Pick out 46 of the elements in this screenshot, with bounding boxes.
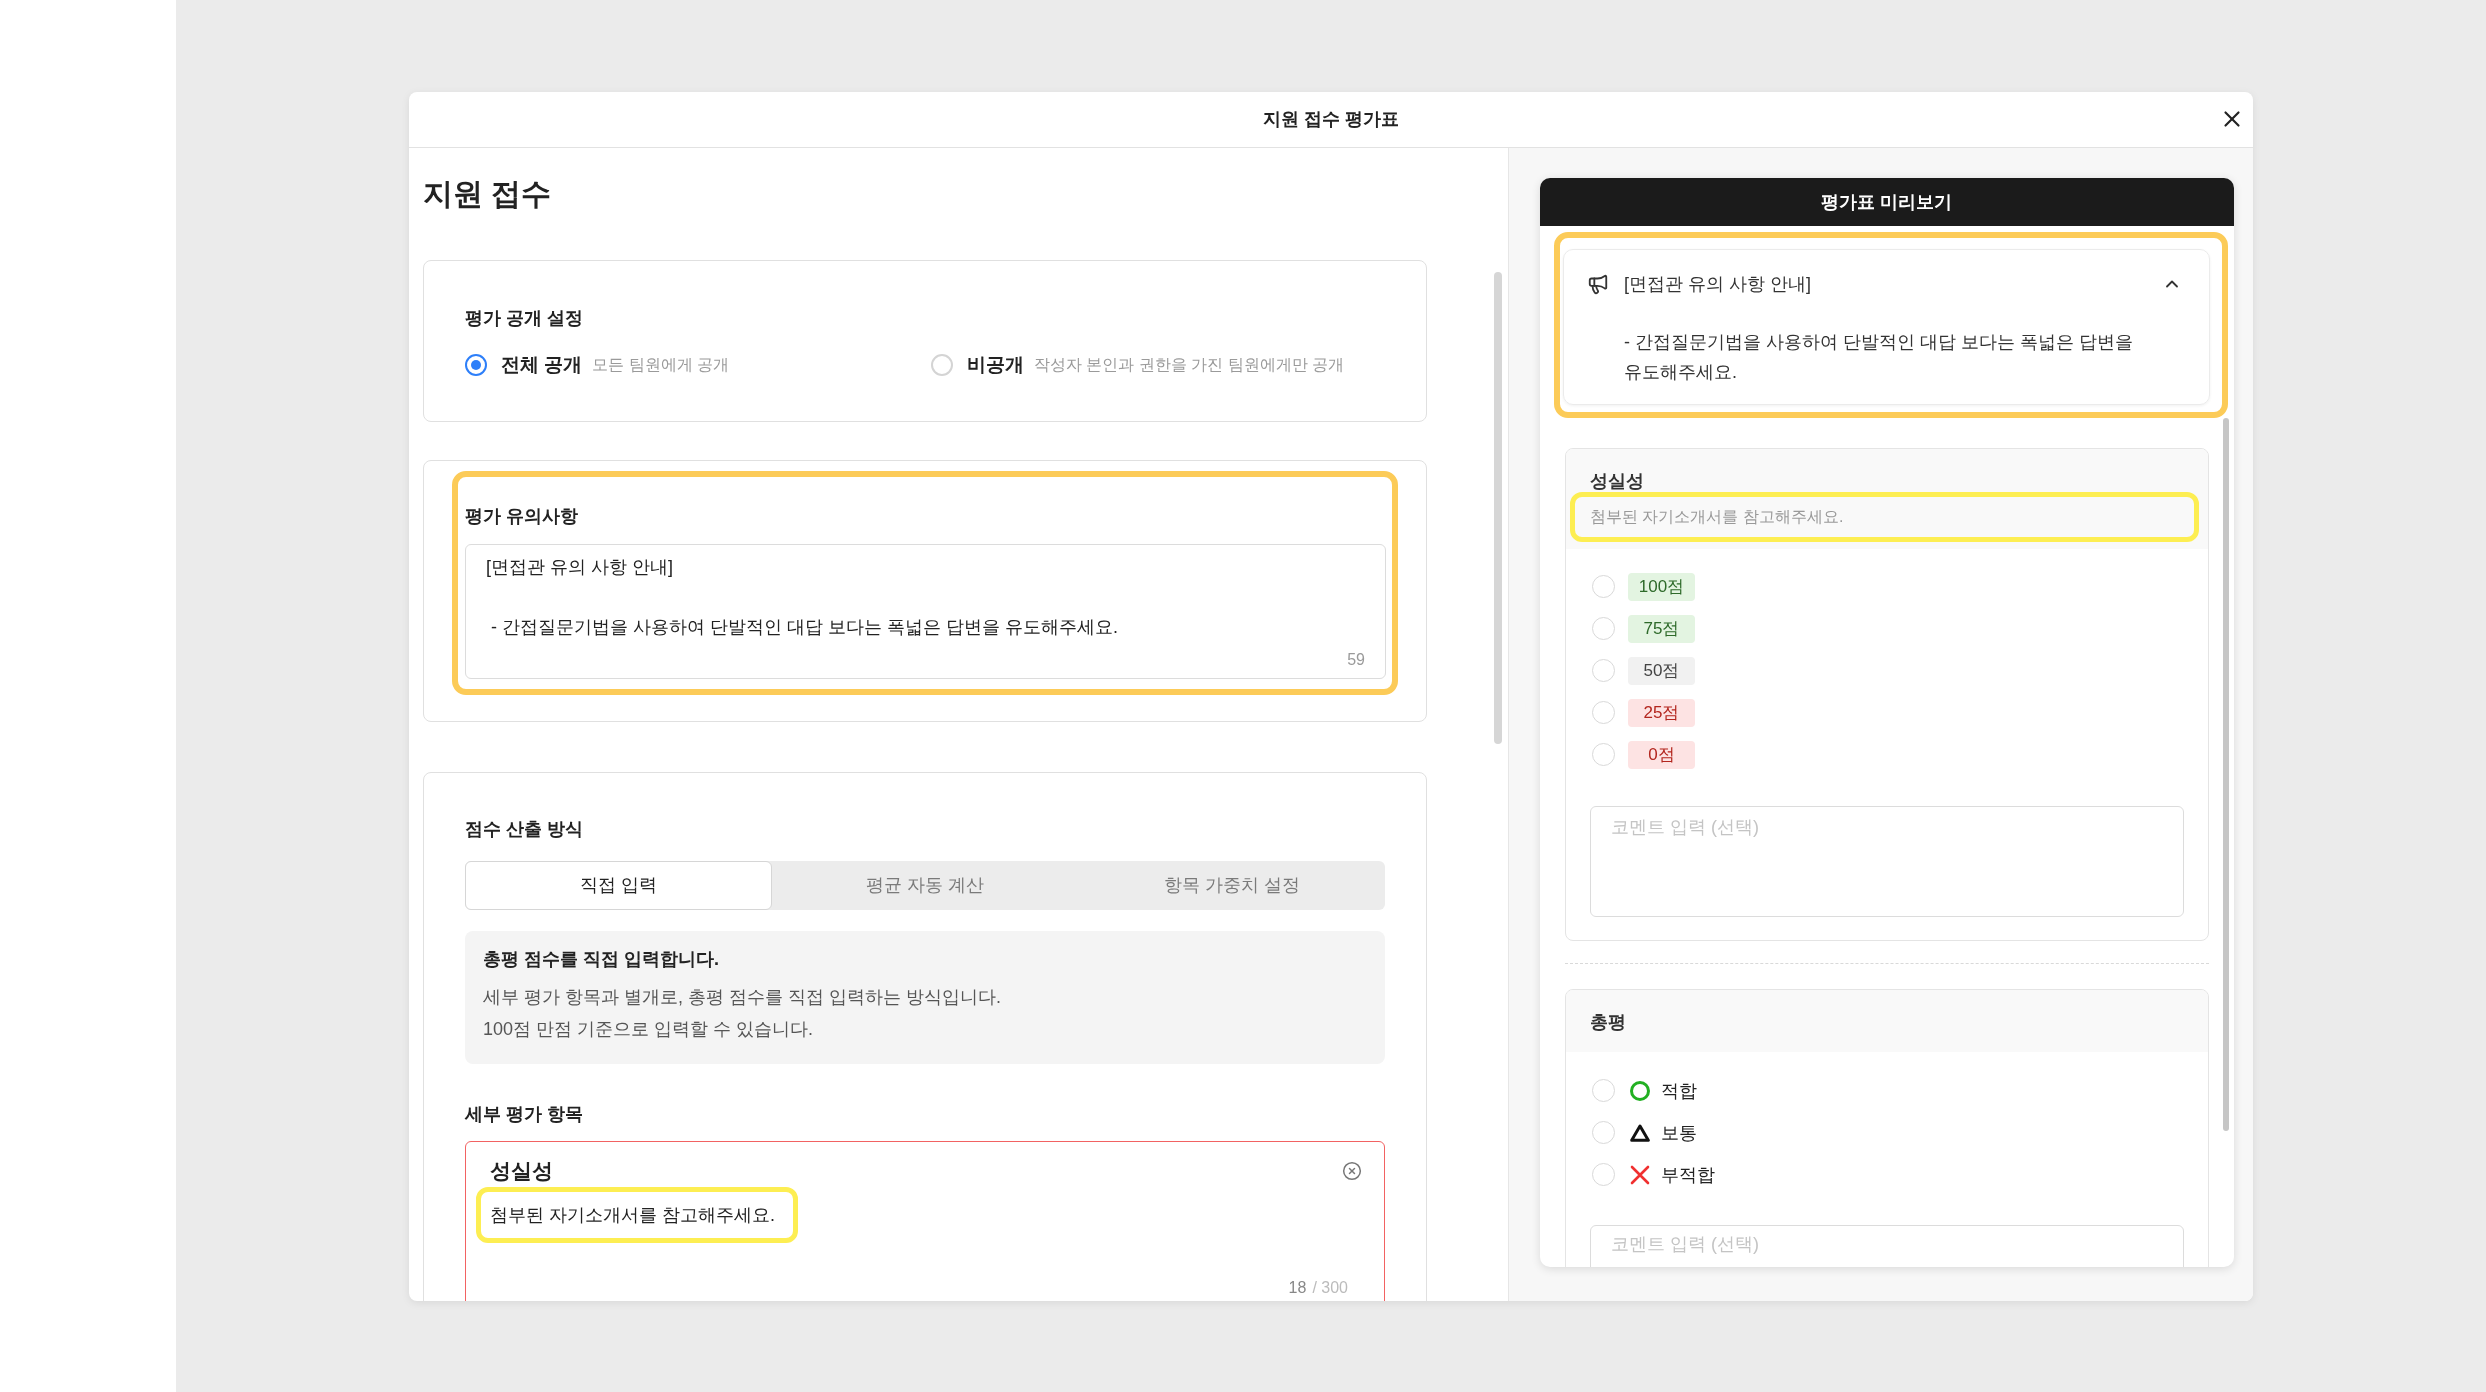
- circle-icon: [1630, 1080, 1650, 1101]
- criterion-title: 성실성: [1590, 469, 1644, 492]
- scoring-tab[interactable]: 항목 가중치 설정: [1078, 860, 1385, 910]
- score-badge: 25점: [1628, 698, 1695, 727]
- verdict-label: 적합: [1661, 1079, 1697, 1103]
- preview-title: 평가표 미리보기: [1821, 190, 1953, 214]
- notice-text: - 간접질문기법을 사용하여 단발적인 대답 보다는 폭넓은 답변을 유도해주세요.: [1623, 330, 2134, 384]
- notes-text: [면접관 유의 사항 안내] - 간접질문기법을 사용하여 단발적인 대답 보다는 폭넓은 답변을 유도해주세요.: [486, 555, 1120, 639]
- char-count: 59: [1347, 649, 1365, 670]
- triangle-icon: [1630, 1123, 1650, 1142]
- option-description: 모든 팀원에게 공개: [592, 354, 730, 375]
- score-badge: 0점: [1628, 740, 1695, 769]
- option-label: 전체 공개: [501, 352, 583, 377]
- option-description: 작성자 본인과 권한을 가진 팀원에게만 공개: [1034, 354, 1345, 375]
- notice-title: [면접관 유의 사항 안내]: [1624, 272, 1811, 296]
- dialog-title: 지원 접수 평가표: [1263, 108, 1399, 131]
- comment-field[interactable]: 코멘트 입력 (선택): [1590, 1224, 2184, 1267]
- scrollbar-thumb[interactable]: [1494, 271, 1502, 744]
- section-label: 평가 공개 설정: [465, 306, 583, 330]
- criterion-description: 첨부된 자기소개서를 참고해주세요.: [490, 1203, 775, 1227]
- score-badge: 75점: [1628, 614, 1695, 643]
- scrollbar-thumb[interactable]: [2223, 417, 2229, 1131]
- criterion-description: 첨부된 자기소개서를 참고해주세요.: [1590, 506, 1844, 527]
- comment-field[interactable]: 코멘트 입력 (선택): [1590, 805, 2184, 917]
- section-label: 점수 산출 방식: [465, 817, 583, 841]
- score-badge: 100점: [1628, 572, 1695, 601]
- verdict-label: 보통: [1661, 1121, 1697, 1145]
- delete-icon[interactable]: [1342, 1160, 1362, 1181]
- section-label: 세부 평가 항목: [465, 1102, 583, 1126]
- info-title: 총평 점수를 직접 입력합니다.: [483, 947, 719, 971]
- notes-field[interactable]: [면접관 유의 사항 안내] - 간접질문기법을 사용하여 단발적인 대답 보다는 폭넓은 답변을 유도해주세요. 59: [465, 543, 1386, 679]
- cross-icon: [1630, 1164, 1650, 1185]
- page-title: 지원 접수: [423, 175, 552, 212]
- megaphone-icon: [1587, 272, 1609, 295]
- verdict-label: 부적합: [1661, 1163, 1715, 1187]
- radio-button[interactable]: [465, 353, 487, 376]
- score-badge: 50점: [1628, 656, 1695, 685]
- criterion-title: 성실성: [490, 1157, 553, 1184]
- overall-title: 총평: [1590, 1011, 1626, 1032]
- info-text: 100점 만점 기준으로 입력할 수 있습니다.: [483, 1017, 814, 1041]
- scoring-tab[interactable]: 평균 자동 계산: [771, 860, 1079, 910]
- char-count: 18 / 300: [1288, 1277, 1348, 1298]
- section-label: 평가 유의사항: [465, 504, 578, 528]
- scoring-tab[interactable]: 직접 입력: [465, 860, 772, 910]
- option-label: 비공개: [967, 352, 1024, 377]
- info-text: 세부 평가 항목과 별개로, 총평 점수를 직접 입력하는 방식입니다.: [483, 985, 1001, 1009]
